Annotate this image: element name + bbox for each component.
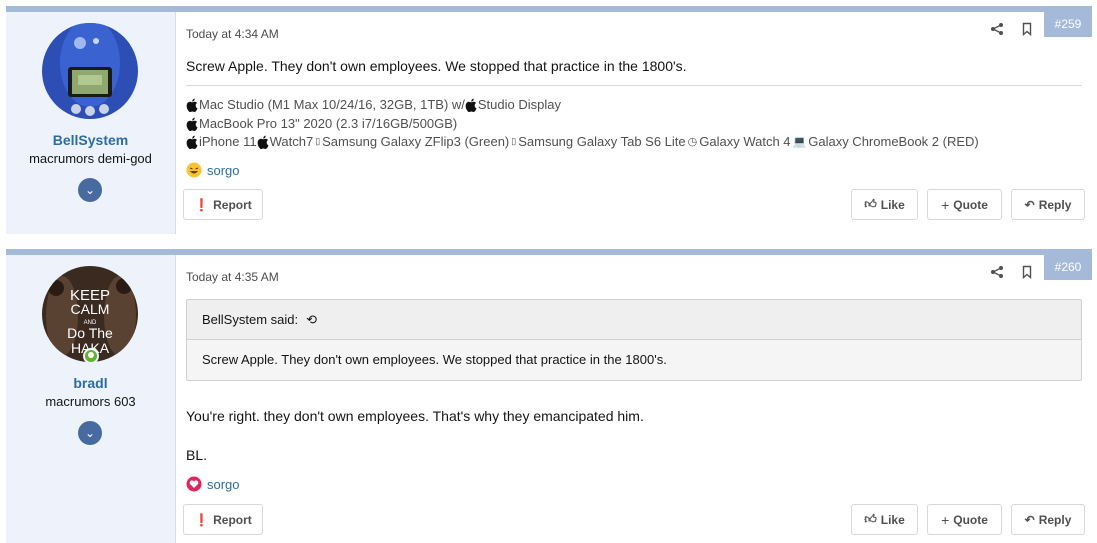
haha-icon xyxy=(186,162,202,178)
reply-label: Reply xyxy=(1038,512,1072,527)
laptop-icon: 💻 xyxy=(792,136,807,148)
signature-text: Galaxy Watch 4 xyxy=(699,134,791,149)
quote-button[interactable]: + Quote xyxy=(927,504,1002,535)
reply-icon: ↶ xyxy=(1024,197,1035,212)
avatar-text: CALM xyxy=(71,301,110,317)
signature-text: Studio Display xyxy=(477,97,561,112)
expand-user-button[interactable]: ⌄ xyxy=(78,178,102,202)
bookmark-icon[interactable] xyxy=(1020,265,1034,279)
bookmark-icon[interactable] xyxy=(1020,22,1034,36)
quote-block: BellSystem said: ⟲ Screw Apple. They don… xyxy=(186,299,1082,381)
phone-icon: ▯ xyxy=(315,136,321,146)
chevron-down-icon: ⌄ xyxy=(84,426,96,440)
post-259: BellSystem macrumors demi-god ⌄ Today at… xyxy=(6,6,1092,234)
report-label: Report xyxy=(213,512,252,527)
watch-icon: ◷ xyxy=(687,136,698,148)
post-message-line: BL. xyxy=(186,447,208,463)
thumbs-up-icon: 👍︎ xyxy=(864,197,877,211)
post-main: Today at 4:34 AM #259 Screw Apple. They … xyxy=(176,12,1092,234)
post-260: KEEP CALM AND Do The HAKA bradl macrumor… xyxy=(6,249,1092,543)
reactions-bar[interactable]: sorgo xyxy=(186,476,240,492)
avatar-text: Do The xyxy=(67,325,113,341)
apple-logo-icon xyxy=(186,117,198,131)
reply-button[interactable]: ↶ Reply xyxy=(1011,189,1085,220)
signature-text: Mac Studio (M1 Max 10/24/16, 32GB, 1TB) … xyxy=(199,97,465,112)
reply-icon: ↶ xyxy=(1024,512,1035,527)
user-title: macrumors demi-god xyxy=(29,151,152,166)
post-date[interactable]: Today at 4:34 AM xyxy=(186,27,279,41)
go-to-quote-icon[interactable]: ⟲ xyxy=(306,312,317,328)
signature-text: Watch7 xyxy=(269,134,314,149)
plus-icon: + xyxy=(941,196,950,213)
share-icon[interactable] xyxy=(990,22,1004,36)
apple-logo-icon xyxy=(465,98,477,112)
post-message: Screw Apple. They don't own employees. W… xyxy=(186,58,687,74)
like-button[interactable]: 👍︎ Like xyxy=(851,504,918,535)
love-icon xyxy=(186,476,202,492)
apple-logo-icon xyxy=(257,135,269,149)
tablet-icon: ▯ xyxy=(511,136,517,146)
online-status-icon xyxy=(83,348,99,364)
signature-text: iPhone 11 xyxy=(199,134,257,149)
reactions-bar[interactable]: sorgo xyxy=(186,162,240,178)
signature-text: Samsung Galaxy ZFlip3 (Green) xyxy=(322,134,510,149)
alert-icon: ❗ xyxy=(194,512,210,527)
avatar[interactable] xyxy=(42,23,138,119)
chevron-down-icon: ⌄ xyxy=(84,183,96,197)
thumbs-up-icon: 👍︎ xyxy=(864,512,877,526)
signature-text: Galaxy ChromeBook 2 (RED) xyxy=(808,134,979,149)
like-button[interactable]: 👍︎ Like xyxy=(851,189,918,220)
signature-text: Samsung Galaxy Tab S6 Lite xyxy=(518,134,686,149)
post-main: Today at 4:35 AM #260 BellSystem said: ⟲… xyxy=(176,255,1092,543)
post-number[interactable]: #260 xyxy=(1044,255,1092,280)
apple-logo-icon xyxy=(186,98,198,112)
like-label: Like xyxy=(880,197,905,212)
username[interactable]: bradl xyxy=(6,375,175,391)
quote-label: Quote xyxy=(953,512,988,527)
post-date[interactable]: Today at 4:35 AM xyxy=(186,270,279,284)
reply-button[interactable]: ↶ Reply xyxy=(1011,504,1085,535)
apple-logo-icon xyxy=(186,135,198,149)
quote-author[interactable]: BellSystem said: xyxy=(202,312,298,327)
plus-icon: + xyxy=(941,511,950,528)
post-message: You're right. they don't own employees. … xyxy=(186,408,644,424)
report-button[interactable]: ❗ Report xyxy=(183,189,263,220)
quote-label: Quote xyxy=(953,197,988,212)
reaction-user[interactable]: sorgo xyxy=(207,477,240,492)
share-icon[interactable] xyxy=(990,265,1004,279)
user-cell: BellSystem macrumors demi-god ⌄ xyxy=(6,12,176,234)
user-title: macrumors 603 xyxy=(45,394,136,409)
report-label: Report xyxy=(213,197,252,212)
quote-body: Screw Apple. They don't own employees. W… xyxy=(187,340,1081,379)
quote-header[interactable]: BellSystem said: ⟲ xyxy=(187,300,1081,340)
signature-line: iPhone 11 Watch7 ▯ Samsung Galaxy ZFlip3… xyxy=(186,134,979,149)
reaction-user[interactable]: sorgo xyxy=(207,163,240,178)
signature-line: Mac Studio (M1 Max 10/24/16, 32GB, 1TB) … xyxy=(186,97,561,112)
signature-line: MacBook Pro 13" 2020 (2.3 i7/16GB/500GB) xyxy=(186,116,457,131)
signature-text: MacBook Pro 13" 2020 (2.3 i7/16GB/500GB) xyxy=(199,116,458,131)
like-label: Like xyxy=(880,512,905,527)
user-cell: KEEP CALM AND Do The HAKA bradl macrumor… xyxy=(6,255,176,543)
post-number[interactable]: #259 xyxy=(1044,12,1092,37)
expand-user-button[interactable]: ⌄ xyxy=(78,421,102,445)
reply-label: Reply xyxy=(1038,197,1072,212)
alert-icon: ❗ xyxy=(194,197,210,212)
signature-divider xyxy=(186,85,1082,86)
report-button[interactable]: ❗ Report xyxy=(183,504,263,535)
quote-button[interactable]: + Quote xyxy=(927,189,1002,220)
username[interactable]: BellSystem xyxy=(6,132,175,148)
